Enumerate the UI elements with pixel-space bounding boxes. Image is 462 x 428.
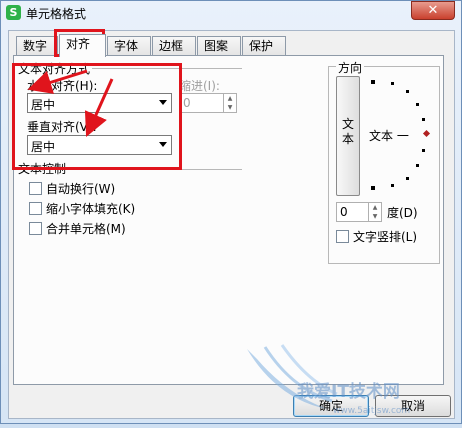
format-cells-dialog: S 单元格格式 ✕ 数字 对齐 字体 边框 图案 保护 文本对齐方式 水平对齐(… (0, 0, 462, 424)
dial-mark (406, 177, 409, 180)
watermark-text: 我爱IT技术网 (297, 381, 400, 402)
annotation-box-alignment (12, 63, 182, 170)
orientation-dial[interactable]: 文本 一 (366, 76, 436, 196)
title-bar: S 单元格格式 ✕ (1, 1, 461, 25)
degrees-spinner[interactable]: 0 ▲ ▼ (336, 202, 382, 222)
vertical-text-checkbox-label: 文字竖排(L) (353, 230, 418, 244)
merge-cells-label: 合并单元格(M) (46, 222, 126, 236)
dial-mark (391, 82, 394, 85)
watermark-url: www.5aitjsw.com (333, 406, 410, 416)
indent-label: 缩进(I): (179, 79, 220, 93)
spinner-buttons[interactable]: ▲ ▼ (223, 94, 236, 112)
spin-down-icon[interactable]: ▼ (224, 103, 236, 112)
dial-mark (422, 118, 425, 121)
vertical-text-label: 文本 (342, 117, 355, 146)
tab-font[interactable]: 字体 (107, 36, 151, 56)
tab-pattern[interactable]: 图案 (197, 36, 241, 56)
dial-mark (371, 186, 375, 190)
indent-spinner[interactable]: 0 ▲ ▼ (179, 93, 237, 113)
dial-mark (391, 184, 394, 187)
shrink-to-fit-label: 缩小字体填充(K) (46, 202, 136, 216)
indent-value: 0 (183, 96, 191, 110)
vertical-text-button[interactable]: 文本 (336, 76, 360, 196)
app-icon: S (6, 5, 21, 20)
watermark-logo: 我爱IT技术网 www.5aitjsw.com (237, 339, 457, 425)
spin-up-icon[interactable]: ▲ (369, 203, 381, 212)
spinner-buttons[interactable]: ▲ ▼ (368, 203, 381, 221)
dialog-title: 单元格格式 (26, 7, 87, 21)
dial-mark (371, 80, 375, 84)
watermark-wings-icon: 我爱IT技术网 www.5aitjsw.com (247, 344, 410, 416)
dial-mark (416, 164, 419, 167)
dial-text: 文本 一 (369, 129, 409, 143)
tab-alignment[interactable]: 对齐 (59, 34, 106, 57)
spin-up-icon[interactable]: ▲ (224, 94, 236, 103)
orientation-heading: 方向 (336, 59, 365, 76)
dial-handle-icon[interactable] (422, 129, 431, 138)
vertical-text-checkbox[interactable] (336, 230, 349, 243)
tab-border[interactable]: 边框 (152, 36, 196, 56)
tab-protection[interactable]: 保护 (242, 36, 286, 56)
tab-number[interactable]: 数字 (16, 36, 58, 56)
spin-down-icon[interactable]: ▼ (369, 212, 381, 221)
dial-mark (416, 103, 419, 106)
close-button[interactable]: ✕ (411, 1, 455, 20)
shrink-to-fit-checkbox[interactable] (29, 202, 42, 215)
merge-cells-checkbox[interactable] (29, 222, 42, 235)
dial-mark (422, 149, 425, 152)
wrap-text-label: 自动换行(W) (46, 182, 116, 196)
wrap-text-checkbox[interactable] (29, 182, 42, 195)
degrees-value: 0 (340, 205, 348, 219)
degrees-label: 度(D) (387, 206, 418, 220)
dial-mark (406, 90, 409, 93)
